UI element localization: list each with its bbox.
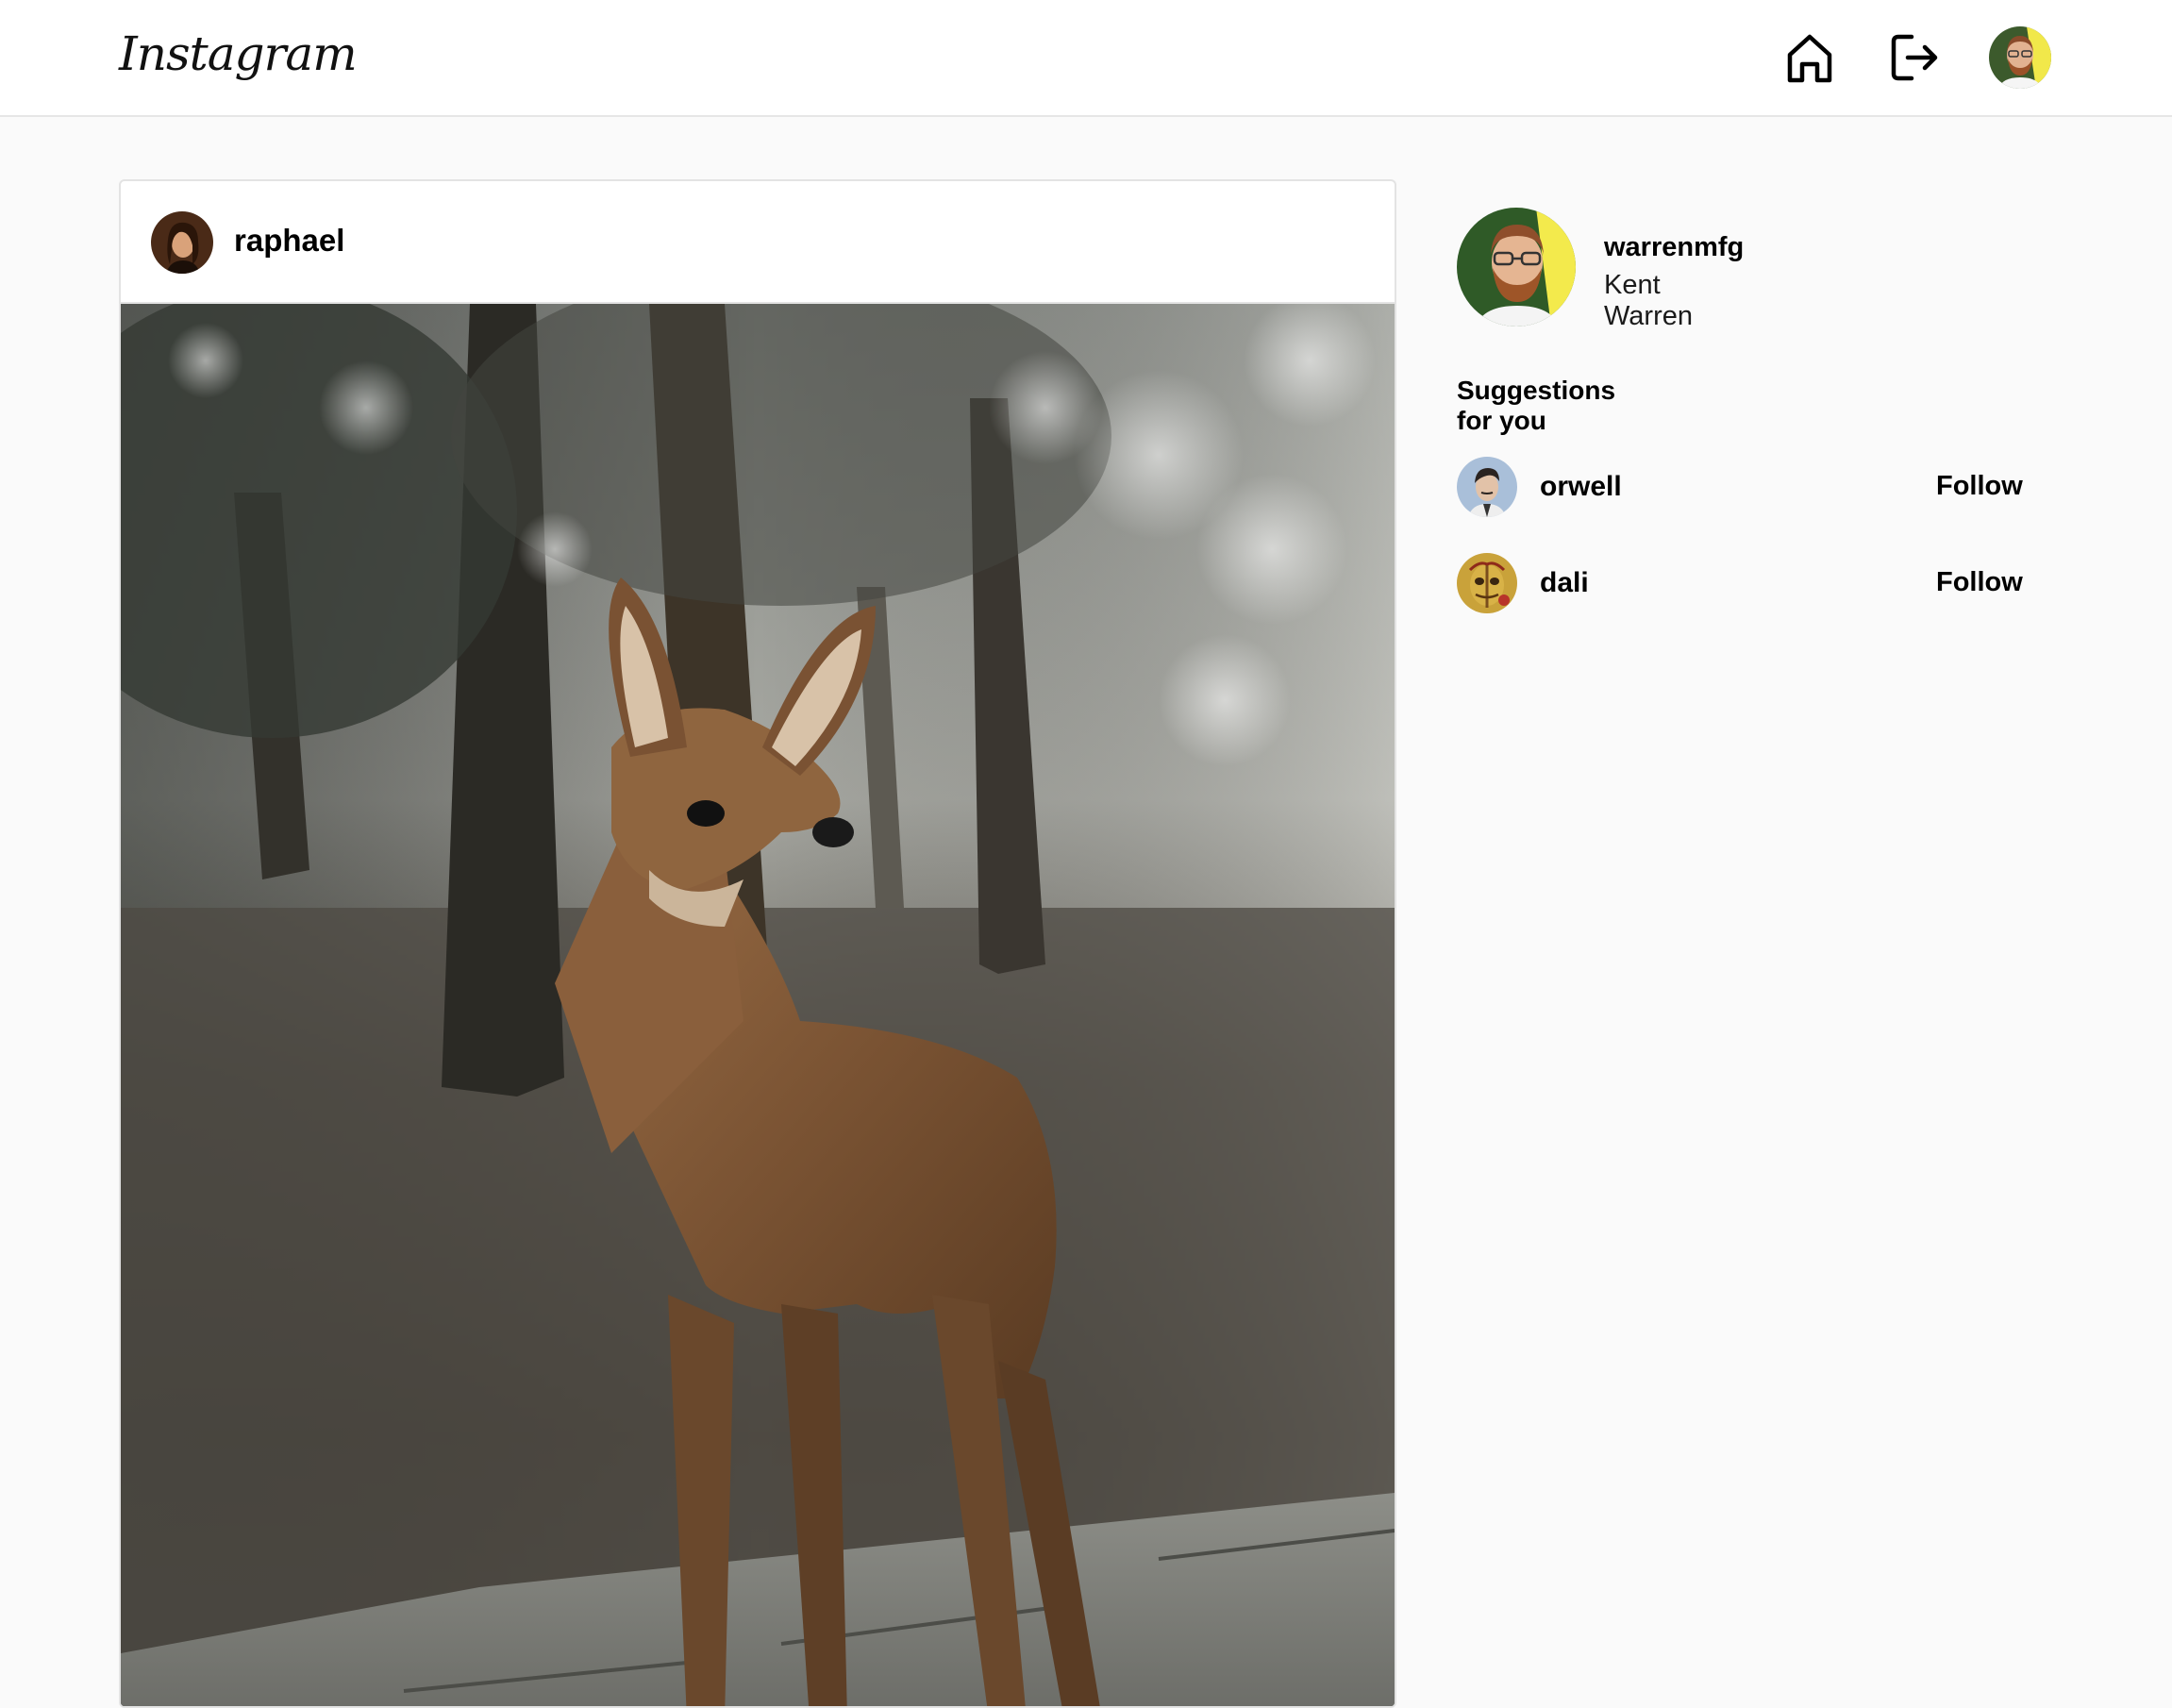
- sign-out-icon[interactable]: [1885, 28, 1944, 87]
- current-user-full-name: Kent Warren: [1604, 270, 1693, 331]
- post-header: raphael: [121, 181, 1395, 304]
- suggestion-avatar[interactable]: [1457, 553, 1517, 613]
- current-user-avatar[interactable]: [1457, 208, 1576, 327]
- follow-button[interactable]: Follow: [1936, 567, 2023, 598]
- top-navigation-bar: Instagram: [0, 0, 2172, 117]
- post-photo[interactable]: [121, 304, 1395, 1706]
- suggestion-item: dali Follow: [1457, 553, 2023, 615]
- suggestion-username[interactable]: orwell: [1540, 471, 1622, 503]
- suggestion-item: orwell Follow: [1457, 457, 2023, 519]
- instagram-logo[interactable]: Instagram: [119, 26, 358, 81]
- post-author-username[interactable]: raphael: [234, 223, 344, 259]
- follow-button[interactable]: Follow: [1936, 471, 2023, 502]
- post-card: raphael: [119, 179, 1396, 1708]
- suggestions-heading: Suggestions for you: [1457, 376, 1616, 435]
- suggestion-username[interactable]: dali: [1540, 567, 1589, 599]
- profile-avatar-icon[interactable]: [1989, 26, 2051, 89]
- current-user-username[interactable]: warrenmfg: [1604, 232, 1744, 263]
- suggestion-avatar[interactable]: [1457, 457, 1517, 517]
- post-author-avatar[interactable]: [151, 211, 213, 274]
- home-icon[interactable]: [1780, 28, 1839, 87]
